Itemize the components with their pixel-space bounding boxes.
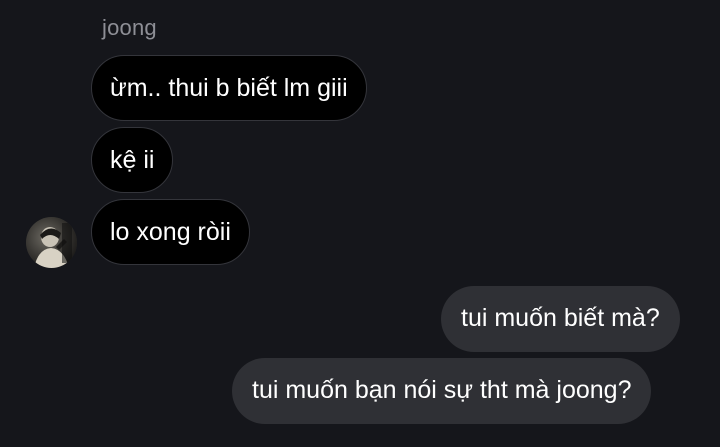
incoming-message-bubble[interactable]: kệ ii bbox=[91, 127, 174, 193]
outgoing-message-bubble[interactable]: tui muốn bạn nói sự tht mà joong? bbox=[232, 358, 652, 424]
contact-avatar[interactable] bbox=[26, 217, 77, 268]
incoming-message-bubble[interactable]: lo xong ròii bbox=[91, 199, 250, 265]
message-thread: joong ừm.. thui b biết lm giii kệ ii lo … bbox=[0, 0, 720, 447]
message-text: lo xong ròii bbox=[110, 218, 231, 246]
incoming-message-bubble[interactable]: ừm.. thui b biết lm giii bbox=[91, 55, 367, 121]
avatar-photo-icon bbox=[26, 217, 77, 268]
message-text: ừm.. thui b biết lm giii bbox=[110, 74, 348, 102]
message-text: tui muốn biết mà? bbox=[461, 304, 660, 332]
message-text: kệ ii bbox=[110, 146, 155, 174]
message-text: tui muốn bạn nói sự tht mà joong? bbox=[252, 376, 632, 404]
outgoing-message-bubble[interactable]: tui muốn biết mà? bbox=[441, 286, 680, 352]
sender-name: joong bbox=[102, 15, 157, 40]
